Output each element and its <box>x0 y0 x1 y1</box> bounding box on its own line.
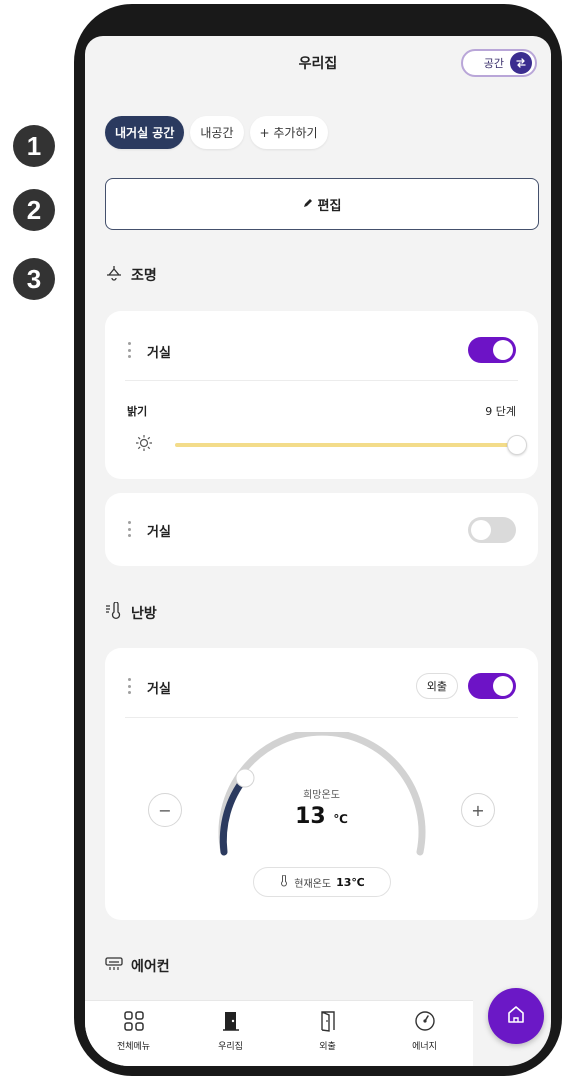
current-temp-value: 13℃ <box>336 875 365 889</box>
nav-our-home[interactable]: 우리집 <box>182 1001 279 1066</box>
brightness-slider-handle[interactable] <box>507 435 527 455</box>
thermometer-icon <box>105 601 123 624</box>
light-2-toggle[interactable] <box>468 517 516 543</box>
step-marker-3: 3 <box>13 258 55 300</box>
lighting-section-title: 조명 <box>105 265 157 285</box>
door-icon <box>220 1010 242 1035</box>
heating-card: 거실 외출 − + 희망온도 13 ℃ 현재온도 13℃ <box>105 648 538 920</box>
away-mode-button[interactable]: 외출 <box>415 673 458 699</box>
heating-title-text: 난방 <box>131 606 157 622</box>
heating-section-title: 난방 <box>105 601 157 624</box>
space-switch-label: 공간 <box>483 57 504 70</box>
light-card-1: 거실 밝기 9 단계 <box>105 311 538 479</box>
drag-handle-icon[interactable] <box>127 678 131 694</box>
divider <box>125 717 518 718</box>
nav-energy[interactable]: 에너지 <box>376 1001 473 1066</box>
nav-energy-label: 에너지 <box>412 1042 437 1052</box>
target-temp-unit: ℃ <box>333 812 348 826</box>
nav-our-home-label: 우리집 <box>218 1042 243 1052</box>
heating-toggle[interactable] <box>468 673 516 699</box>
tab-my-space[interactable]: 내공간 <box>190 116 244 149</box>
nav-away[interactable]: 외출 <box>279 1001 376 1066</box>
target-temp-number: 13 <box>295 804 326 829</box>
target-temp-label: 희망온도 <box>303 790 340 801</box>
tab-my-living-room[interactable]: 내거실 공간 <box>105 116 185 149</box>
brightness-label: 밝기 <box>127 405 148 418</box>
step-marker-1: 1 <box>13 125 55 167</box>
light-card-2: 거실 <box>105 493 538 566</box>
light-1-name: 거실 <box>147 346 171 361</box>
edit-button[interactable]: 편집 <box>105 178 539 230</box>
thermometer-small-icon <box>279 874 289 890</box>
target-temp-value: 13 ℃ <box>105 804 538 829</box>
bottom-navigation: 전체메뉴 우리집 외출 에너지 <box>85 1000 473 1066</box>
brightness-value: 9 단계 <box>485 405 516 418</box>
space-switch-button[interactable]: 공간 <box>461 49 537 77</box>
app-screen: 우리집 공간 내거실 공간 내공간 + 추가하기 편집 조명 거실 밝기 9 단… <box>85 36 551 1066</box>
gauge-icon <box>414 1010 436 1035</box>
aircon-icon <box>105 956 123 976</box>
current-temp-badge: 현재온도 13℃ <box>253 867 391 897</box>
nav-away-label: 외출 <box>319 1042 336 1052</box>
heating-device-name: 거실 <box>147 682 171 697</box>
drag-handle-icon[interactable] <box>127 342 131 358</box>
aircon-section-title: 에어컨 <box>105 956 170 976</box>
home-icon <box>505 1003 527 1029</box>
drag-handle-icon[interactable] <box>127 521 131 537</box>
pencil-icon <box>303 197 313 212</box>
grid-icon <box>123 1010 145 1035</box>
nav-all-menu-label: 전체메뉴 <box>116 1042 151 1052</box>
light-2-name: 거실 <box>147 525 171 540</box>
nav-all-menu[interactable]: 전체메뉴 <box>85 1001 182 1066</box>
sun-icon <box>135 434 153 456</box>
brightness-slider-track[interactable] <box>175 443 519 447</box>
home-fab-button[interactable] <box>488 988 544 1044</box>
edit-button-label: 편집 <box>317 198 342 214</box>
lighting-title-text: 조명 <box>131 268 157 284</box>
aircon-title-text: 에어컨 <box>131 959 170 975</box>
space-tabs: 내거실 공간 내공간 + 추가하기 <box>105 116 328 149</box>
ceiling-lamp-icon <box>105 265 123 285</box>
divider <box>125 380 518 381</box>
current-temp-label: 현재온도 <box>294 878 332 890</box>
step-marker-2: 2 <box>13 189 55 231</box>
swap-icon <box>510 52 532 74</box>
tab-add-space[interactable]: + 추가하기 <box>249 116 328 149</box>
door-open-icon <box>317 1010 339 1035</box>
light-1-toggle[interactable] <box>468 337 516 363</box>
